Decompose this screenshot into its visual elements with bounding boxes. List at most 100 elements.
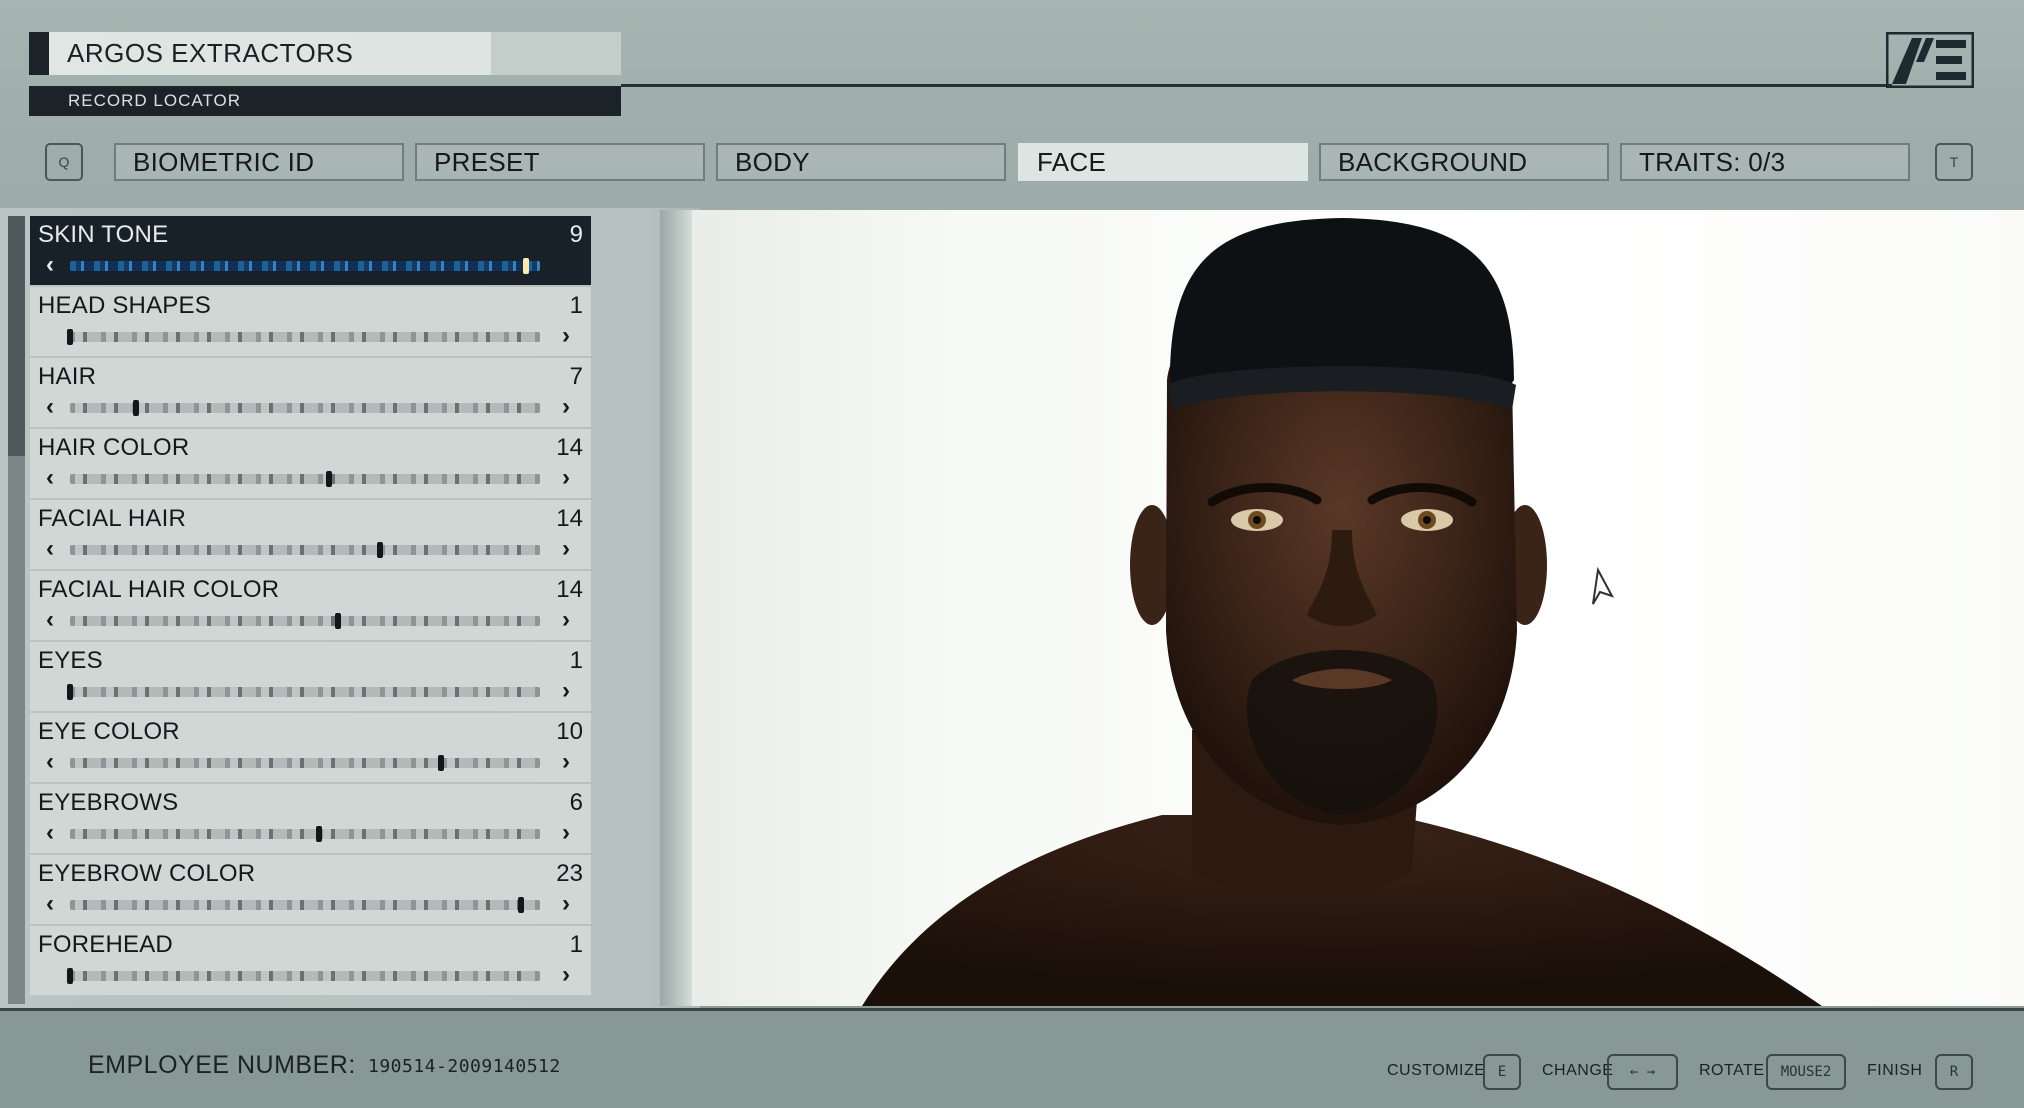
- slider-label: HAIR COLOR: [38, 434, 190, 461]
- slider-value: 14: [556, 434, 583, 461]
- slider-handle[interactable]: [316, 826, 323, 842]
- slider-label: FOREHEAD: [38, 931, 173, 958]
- company-mark: [29, 32, 49, 75]
- company-name: ARGOS EXTRACTORS: [67, 38, 354, 68]
- chevron-right-icon[interactable]: ›: [556, 395, 576, 419]
- tab-traits[interactable]: TRAITS: 0/3: [1620, 143, 1910, 181]
- slider-row-eyebrow-color[interactable]: EYEBROW COLOR 23 ‹ ›: [30, 855, 591, 924]
- header-divider: [621, 84, 1892, 87]
- rotate-key[interactable]: MOUSE2: [1766, 1054, 1846, 1090]
- slider-handle[interactable]: [132, 400, 139, 416]
- chevron-right-icon[interactable]: ›: [556, 963, 576, 987]
- slider-label: EYE COLOR: [38, 718, 180, 745]
- slider-row-facial-hair-color[interactable]: FACIAL HAIR COLOR 14 ‹ ›: [30, 571, 591, 640]
- slider-label: HEAD SHAPES: [38, 292, 211, 319]
- slider-label: FACIAL HAIR COLOR: [38, 576, 280, 603]
- tab-background[interactable]: BACKGROUND: [1319, 143, 1609, 181]
- footer-bar: EMPLOYEE NUMBER: 190514-2009140512 CUSTO…: [0, 1008, 2024, 1108]
- preview-edge: [660, 210, 694, 1006]
- header: ARGOS EXTRACTORS RECORD LOCATOR Q BIOMET…: [0, 0, 2024, 206]
- chevron-left-icon[interactable]: ‹: [40, 821, 60, 845]
- slider-row-skin-tone[interactable]: SKIN TONE 9 ‹: [30, 216, 591, 285]
- chevron-left-icon[interactable]: ‹: [40, 750, 60, 774]
- chevron-left-icon[interactable]: ‹: [40, 253, 60, 277]
- rotate-label: ROTATE: [1699, 1062, 1765, 1079]
- slider-handle[interactable]: [67, 329, 73, 345]
- slider-value: 23: [556, 860, 583, 887]
- slider-handle[interactable]: [334, 613, 341, 629]
- chevron-right-icon[interactable]: ›: [556, 324, 576, 348]
- slider-track[interactable]: [70, 758, 540, 768]
- slider-label: EYES: [38, 647, 103, 674]
- chevron-right-icon[interactable]: ›: [556, 537, 576, 561]
- chevron-right-icon[interactable]: ›: [556, 750, 576, 774]
- slider-label: FACIAL HAIR: [38, 505, 187, 532]
- slider-handle[interactable]: [522, 258, 529, 274]
- chevron-left-icon[interactable]: ‹: [40, 608, 60, 632]
- record-locator-bar: RECORD LOCATOR: [29, 86, 621, 116]
- chevron-right-icon[interactable]: ›: [556, 892, 576, 916]
- chevron-right-icon[interactable]: ›: [556, 608, 576, 632]
- slider-label: HAIR: [38, 363, 97, 390]
- slider-label: EYEBROW COLOR: [38, 860, 256, 887]
- slider-track[interactable]: [70, 261, 540, 271]
- record-locator-label: RECORD LOCATOR: [68, 91, 242, 110]
- slider-track[interactable]: [70, 332, 540, 342]
- character-portrait: [862, 218, 1822, 1006]
- slider-value: 1: [569, 647, 583, 674]
- slider-row-facial-hair[interactable]: FACIAL HAIR 14 ‹ ›: [30, 500, 591, 569]
- slider-handle[interactable]: [325, 471, 332, 487]
- slider-handle[interactable]: [67, 684, 73, 700]
- slider-row-hair[interactable]: HAIR 7 ‹ ›: [30, 358, 591, 427]
- tab-face[interactable]: FACE: [1018, 143, 1308, 181]
- chevron-right-icon[interactable]: ›: [556, 679, 576, 703]
- slider-label: EYEBROWS: [38, 789, 179, 816]
- customize-key[interactable]: E: [1483, 1054, 1521, 1090]
- next-tab-key[interactable]: T: [1935, 143, 1973, 181]
- company-banner: ARGOS EXTRACTORS: [29, 32, 621, 75]
- character-preview[interactable]: [692, 210, 2024, 1006]
- slider-track[interactable]: [70, 829, 540, 839]
- chevron-right-icon[interactable]: ›: [556, 466, 576, 490]
- slider-row-eyes[interactable]: EYES 1 ›: [30, 642, 591, 711]
- slider-row-eyebrows[interactable]: EYEBROWS 6 ‹ ›: [30, 784, 591, 853]
- slider-handle[interactable]: [518, 897, 525, 913]
- slider-track[interactable]: [70, 474, 540, 484]
- finish-key[interactable]: R: [1935, 1054, 1973, 1090]
- employee-number-label: EMPLOYEE NUMBER:: [88, 1051, 356, 1079]
- slider-row-eye-color[interactable]: EYE COLOR 10 ‹ ›: [30, 713, 591, 782]
- slider-track[interactable]: [70, 687, 540, 697]
- tab-body[interactable]: BODY: [716, 143, 1006, 181]
- chevron-left-icon[interactable]: ‹: [40, 395, 60, 419]
- slider-row-forehead[interactable]: FOREHEAD 1 ›: [30, 926, 591, 995]
- chevron-right-icon[interactable]: ›: [556, 821, 576, 845]
- chevron-left-icon[interactable]: ‹: [40, 892, 60, 916]
- constellation-logo-icon: [1886, 32, 1974, 88]
- change-key[interactable]: ← →: [1607, 1054, 1678, 1090]
- slider-track[interactable]: [70, 971, 540, 981]
- slider-handle[interactable]: [438, 755, 445, 771]
- slider-value: 6: [569, 789, 583, 816]
- slider-value: 14: [556, 576, 583, 603]
- chevron-left-icon[interactable]: ‹: [40, 537, 60, 561]
- slider-row-hair-color[interactable]: HAIR COLOR 14 ‹ ›: [30, 429, 591, 498]
- slider-label: SKIN TONE: [38, 221, 169, 248]
- slider-handle[interactable]: [377, 542, 384, 558]
- tab-biometric-id[interactable]: BIOMETRIC ID: [114, 143, 404, 181]
- cursor-arrow-icon: [1592, 566, 1615, 605]
- slider-track[interactable]: [70, 403, 540, 413]
- slider-value: 10: [556, 718, 583, 745]
- slider-track[interactable]: [70, 616, 540, 626]
- slider-value: 1: [569, 931, 583, 958]
- slider-track[interactable]: [70, 900, 540, 910]
- slider-track[interactable]: [70, 545, 540, 555]
- options-scroll-thumb[interactable]: [8, 216, 25, 456]
- slider-value: 9: [569, 221, 583, 248]
- slider-value: 7: [569, 363, 583, 390]
- face-options-panel: SKIN TONE 9 ‹ HEAD SHAPES 1 › HAIR 7 ‹ › HAIR COLO…: [0, 208, 700, 1008]
- slider-handle[interactable]: [67, 968, 73, 984]
- chevron-left-icon[interactable]: ‹: [40, 466, 60, 490]
- tab-preset[interactable]: PRESET: [415, 143, 705, 181]
- slider-row-head-shapes[interactable]: HEAD SHAPES 1 ›: [30, 287, 591, 356]
- prev-tab-key[interactable]: Q: [45, 143, 83, 181]
